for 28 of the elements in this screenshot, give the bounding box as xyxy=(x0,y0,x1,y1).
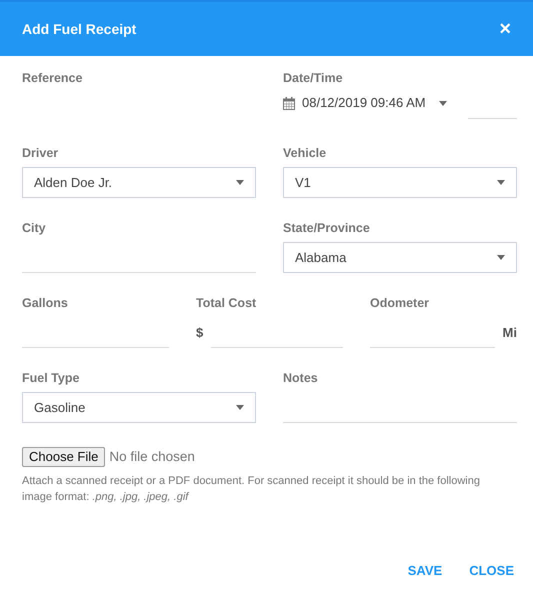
caret-icon xyxy=(236,405,244,410)
select-field[interactable]: V1 xyxy=(283,167,517,198)
choose-file-button[interactable]: Choose File xyxy=(22,447,106,468)
field-label: City xyxy=(22,220,46,237)
caret-icon xyxy=(438,100,447,106)
field-label: Notes xyxy=(283,370,318,387)
field-label: Reference xyxy=(22,70,82,87)
date-time-picker[interactable]: 08/12/2019 09:46 AM xyxy=(283,92,447,114)
field-label: Gallons xyxy=(22,295,68,312)
field-label: Fuel Type xyxy=(22,370,80,387)
select-field[interactable]: Gasoline xyxy=(22,392,256,423)
field-label: Odometer xyxy=(370,295,430,312)
file-status: No file chosen xyxy=(109,448,195,466)
caret-icon xyxy=(497,255,505,260)
help-text: Attach a scanned receipt or a PDF document. For scanned receipt it should be in the following image format: .png, .jpg, .jpeg, .gif xyxy=(22,474,481,506)
field-label: Driver xyxy=(22,145,58,162)
field-label: Total Cost xyxy=(196,295,256,312)
unit-suffix: Mi xyxy=(502,324,517,342)
dialog-title: Add Fuel Receipt xyxy=(22,20,136,39)
caret-icon xyxy=(497,180,505,185)
calendar-icon xyxy=(283,96,295,110)
field-label: Vehicle xyxy=(283,145,326,162)
select-field[interactable]: Alden Doe Jr. xyxy=(22,167,256,198)
currency-prefix: $ xyxy=(196,324,204,342)
select-field[interactable]: Alabama xyxy=(283,242,517,273)
caret-icon xyxy=(236,180,244,185)
field-label: Date/Time xyxy=(283,70,343,87)
field-label: State/Province xyxy=(283,220,370,237)
